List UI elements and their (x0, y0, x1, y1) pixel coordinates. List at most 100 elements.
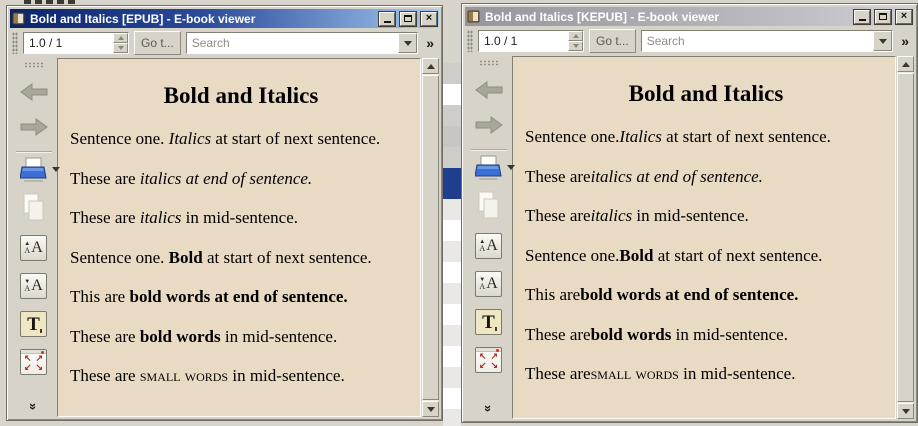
text-segment: bold words at end of sentence. (580, 285, 799, 305)
page-up-button[interactable] (568, 31, 583, 41)
maximize-icon (879, 13, 887, 20)
page-indicator[interactable]: 1.0 / 1 (24, 36, 113, 50)
collapse-toolbar-button[interactable]: » (481, 405, 496, 412)
toolbar-overflow-button[interactable]: » (423, 35, 437, 51)
page-spinner (113, 33, 128, 53)
goto-button[interactable]: Go t... (134, 31, 181, 55)
down-arrow-icon (901, 408, 910, 414)
paragraph: Sentence one. Italics at start of next s… (70, 129, 412, 149)
minimize-icon (383, 21, 391, 23)
minimize-button[interactable] (854, 9, 870, 24)
scrollbar-thumb[interactable] (422, 75, 439, 400)
page-down-button[interactable] (568, 41, 583, 51)
book-content: Bold and Italics Sentence one.Italics at… (512, 56, 896, 419)
text-segment: at start of next sentence. (202, 247, 372, 267)
vertical-scrollbar[interactable] (897, 56, 914, 419)
forward-arrow-icon (20, 118, 48, 136)
maximize-icon (404, 15, 412, 22)
font-increase-button[interactable]: ▲ A A (20, 235, 47, 261)
chevron-down-icon (403, 40, 412, 46)
scroll-down-button[interactable] (422, 401, 439, 417)
collapse-toolbar-button[interactable]: » (26, 403, 41, 410)
open-book-button[interactable] (20, 157, 60, 182)
chevron-down-icon (878, 38, 887, 44)
page-spinbox[interactable]: 1.0 / 1 (478, 30, 584, 52)
maximize-button[interactable] (875, 9, 891, 24)
toolbar: 1.0 / 1 Go t... » (465, 26, 914, 56)
page-spinner (568, 31, 583, 51)
text-segment: small words (590, 364, 679, 384)
toolbar-overflow-button[interactable]: » (898, 33, 912, 49)
font-settings-button[interactable]: T (20, 311, 47, 337)
font-decrease-button[interactable]: ▼ A A (20, 273, 47, 299)
text-segment: in mid-sentence. (678, 364, 796, 384)
text-segment: in mid-sentence. (181, 208, 299, 228)
page-down-button[interactable] (113, 43, 128, 53)
book-heading: Bold and Italics (163, 83, 319, 108)
vertical-scrollbar[interactable] (422, 58, 439, 417)
search-input[interactable] (186, 33, 399, 53)
open-dropdown-icon[interactable] (52, 167, 60, 172)
text-segment: These are (70, 326, 140, 346)
back-button[interactable] (19, 81, 49, 103)
text-segment: This are (70, 287, 130, 307)
scroll-up-button[interactable] (422, 58, 439, 74)
page-up-button[interactable] (113, 33, 128, 43)
text-segment: small words (139, 366, 229, 386)
search-dropdown-button[interactable] (398, 33, 418, 53)
titlebar[interactable]: Bold and Italics [KEPUB] - E-book viewer… (465, 7, 914, 26)
text-segment: This are (525, 285, 581, 305)
font-settings-button[interactable]: T (475, 309, 502, 335)
text-segment: Bold (619, 245, 654, 265)
paragraph: Sentence one. Bold at start of next sent… (70, 248, 412, 268)
open-dropdown-icon[interactable] (507, 165, 515, 170)
forward-button[interactable] (474, 114, 504, 136)
background-list-selected-row (443, 168, 461, 199)
sidebar-grip[interactable] (23, 62, 44, 68)
search-input[interactable] (641, 31, 874, 51)
copy-button[interactable] (477, 191, 501, 221)
scrollbar-thumb[interactable] (897, 73, 914, 402)
fullscreen-button[interactable]: ↖ ↗ ↙ ↘ (20, 349, 47, 375)
background-list-rows (443, 199, 461, 426)
maximize-button[interactable] (400, 11, 416, 26)
paragraph: These areitalics at end of sentence. (525, 167, 887, 187)
titlebar[interactable]: Bold and Italics [EPUB] - E-book viewer … (10, 9, 439, 28)
window-title: Bold and Italics [EPUB] - E-book viewer (30, 11, 256, 26)
book-icon (467, 10, 480, 23)
page-spinbox[interactable]: 1.0 / 1 (23, 32, 129, 54)
sidebar: ▲ A A ▼ A A T ↖ ↗ ↙ ↘ » (465, 56, 515, 419)
background-text-fragment (24, 0, 76, 4)
open-book-button[interactable] (475, 155, 515, 180)
back-arrow-icon (474, 81, 502, 99)
text-segment: italics (139, 208, 182, 228)
minimize-button[interactable] (379, 11, 395, 26)
sidebar-separator (15, 151, 52, 153)
fullscreen-arrow-icon: ↙ (479, 360, 487, 370)
forward-button[interactable] (19, 116, 49, 138)
toolbar-grip[interactable] (12, 32, 18, 54)
close-button[interactable]: × (896, 9, 912, 24)
text-settings-icon: T (27, 313, 40, 335)
text-segment: Sentence one. (70, 129, 169, 148)
font-decrease-button[interactable]: ▼ A A (475, 271, 502, 297)
back-button[interactable] (474, 79, 504, 101)
toolbar-grip[interactable] (467, 30, 473, 52)
goto-button[interactable]: Go t... (589, 29, 636, 53)
page-indicator[interactable]: 1.0 / 1 (479, 34, 568, 48)
font-increase-button[interactable]: ▲ A A (475, 233, 502, 259)
close-button[interactable]: × (421, 11, 437, 26)
copy-button[interactable] (22, 193, 46, 223)
big-a-letter: A (31, 239, 43, 256)
fullscreen-arrow-icon: ↘ (35, 362, 43, 372)
fullscreen-button[interactable]: ↖ ↗ ↙ ↘ (475, 347, 502, 373)
background-list-rows-top (443, 0, 461, 168)
sidebar-grip[interactable] (478, 60, 499, 66)
text-segment: These are (525, 364, 591, 384)
big-a-letter: A (486, 237, 498, 254)
text-segment: at start of next sentence. (653, 245, 823, 265)
text-segment: These are (525, 206, 591, 226)
scroll-down-button[interactable] (897, 403, 914, 419)
search-dropdown-button[interactable] (873, 31, 893, 51)
scroll-up-button[interactable] (897, 56, 914, 72)
